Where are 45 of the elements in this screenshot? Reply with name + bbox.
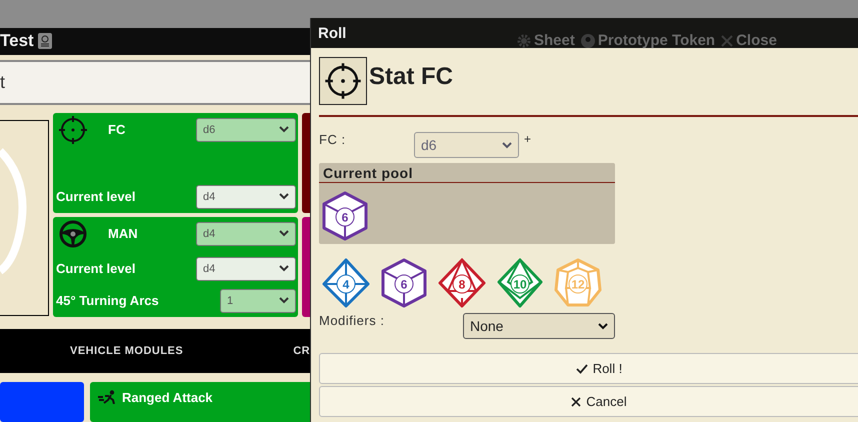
stat-name: MAN xyxy=(108,226,138,242)
caret-icon xyxy=(279,193,289,200)
die-select[interactable]: d6 xyxy=(414,132,519,158)
nav-tab[interactable]: CR xyxy=(183,344,310,357)
caret-icon xyxy=(279,230,289,238)
caret-icon xyxy=(279,297,289,304)
die-icon[interactable]: 6 xyxy=(380,258,428,308)
die-select[interactable]: d4 xyxy=(196,184,296,209)
pool-title: Current pool xyxy=(319,163,615,183)
roll-button[interactable]: Roll ! xyxy=(319,353,858,384)
stat-label: Current level xyxy=(56,261,136,276)
modifiers-select[interactable]: None xyxy=(463,313,615,339)
caret-icon xyxy=(598,322,608,330)
modifiers-label: Modifiers : xyxy=(319,313,386,328)
die-icon[interactable]: 6 xyxy=(321,191,369,241)
caret-icon xyxy=(279,126,289,134)
die-icon[interactable]: 10 xyxy=(496,258,544,308)
window-title: Test xyxy=(0,31,34,52)
stat-label: Current level xyxy=(56,189,136,204)
header-action-link[interactable]: Prototype Token xyxy=(580,32,716,49)
header-action-link[interactable]: Sheet xyxy=(517,32,575,49)
steering-wheel-icon xyxy=(58,218,88,249)
stat-name: FC xyxy=(108,122,126,138)
name-field[interactable]: t xyxy=(0,60,310,105)
caret-icon xyxy=(502,142,512,148)
stat-label: 45° Turning Arcs xyxy=(56,293,159,308)
cancel-button[interactable]: Cancel xyxy=(319,386,858,417)
close-icon xyxy=(721,34,734,46)
check-icon xyxy=(576,364,588,374)
stat-label: FC : xyxy=(319,132,347,147)
header-action-link[interactable]: Close xyxy=(721,32,777,49)
crosshair-icon xyxy=(58,114,88,145)
item-name: Ranged Attack xyxy=(122,390,213,406)
die-icon[interactable]: 4 xyxy=(322,258,370,308)
plus-sign: + xyxy=(524,132,532,146)
nav-tab[interactable]: VEHICLE MODULES xyxy=(0,344,184,357)
gear-icon xyxy=(517,34,531,48)
dialog-title: Roll xyxy=(318,24,346,42)
close-icon xyxy=(571,396,582,406)
die-icon[interactable]: 8 xyxy=(438,258,486,308)
dialog-heading: Stat FC xyxy=(369,63,453,91)
running-figure-icon xyxy=(98,390,118,404)
die-select[interactable]: d4 xyxy=(196,256,296,281)
caret-icon xyxy=(279,265,289,272)
id-card-icon xyxy=(38,33,52,50)
